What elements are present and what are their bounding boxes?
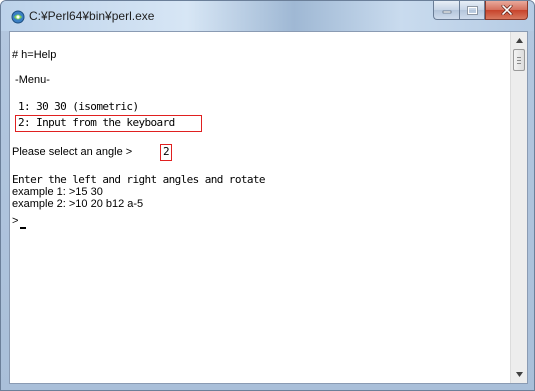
console-window: C:¥Perl64¥bin¥perl.exe # h=Help -Menu- 1… — [0, 0, 535, 391]
instruction-line: Enter the left and right angles and rota… — [12, 173, 266, 186]
selection-highlight-box — [160, 144, 172, 161]
example-2-line: example 2: >10 20 b12 a-5 — [12, 198, 144, 210]
chevron-down-icon — [515, 372, 523, 377]
example-1-line: example 1: >15 30 — [12, 186, 103, 198]
help-line: # h=Help — [12, 49, 57, 61]
minimize-icon — [442, 10, 451, 14]
minimize-button[interactable] — [433, 1, 459, 20]
scroll-up-button[interactable] — [511, 32, 527, 49]
scroll-down-button[interactable] — [511, 366, 527, 383]
window-title: C:¥Perl64¥bin¥perl.exe — [29, 9, 155, 23]
close-icon — [501, 5, 512, 15]
thumb-grip-line — [517, 60, 521, 61]
text-cursor — [20, 227, 26, 229]
thumb-grip-line — [517, 63, 521, 64]
menu-option-1: 1: 30 30 (isometric) — [12, 100, 139, 113]
console-output-area[interactable]: # h=Help -Menu- 1: 30 30 (isometric) 2: … — [9, 31, 528, 384]
input-prompt: > — [12, 215, 19, 227]
perl-console-icon — [11, 10, 25, 24]
caption-buttons — [433, 1, 528, 21]
title-bar[interactable]: C:¥Perl64¥bin¥perl.exe — [1, 1, 534, 31]
select-angle-prompt: Please select an angle > — [12, 146, 133, 158]
option-2-highlight-box — [15, 115, 202, 132]
thumb-grip-line — [517, 57, 521, 58]
maximize-icon — [466, 5, 478, 15]
close-button[interactable] — [485, 1, 528, 20]
vertical-scrollbar[interactable] — [510, 32, 527, 383]
maximize-button[interactable] — [459, 1, 485, 20]
chevron-up-icon — [515, 38, 523, 43]
scrollbar-thumb[interactable] — [513, 49, 525, 71]
menu-heading: -Menu- — [12, 74, 50, 86]
